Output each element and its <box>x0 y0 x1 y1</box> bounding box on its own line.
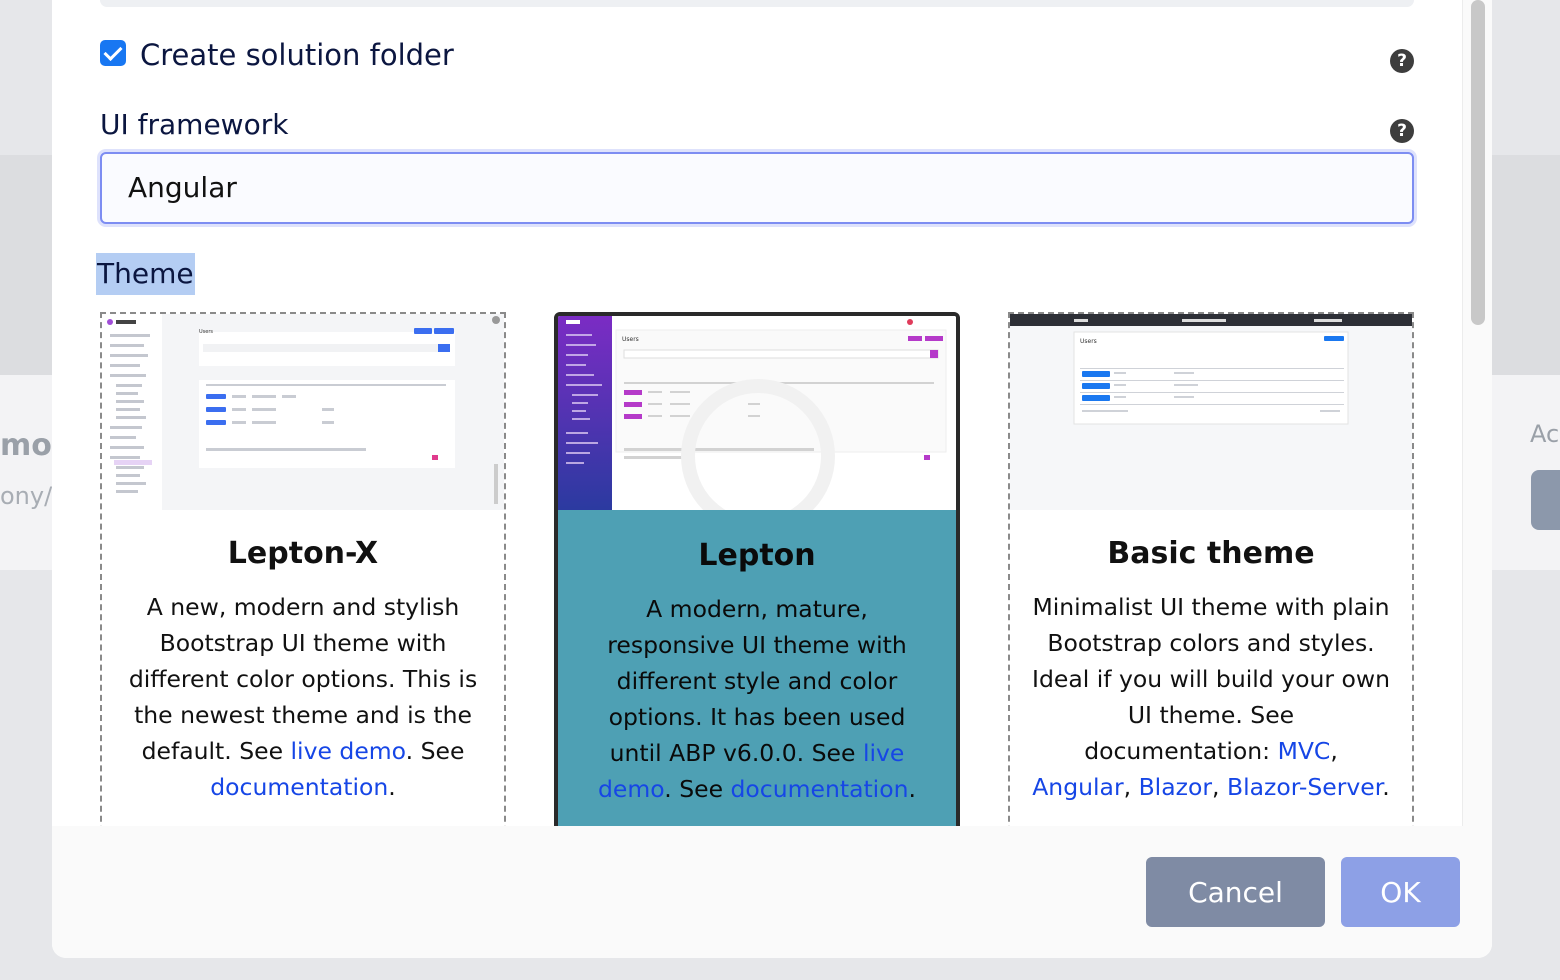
theme-name: Lepton-X <box>227 536 379 571</box>
desc-text: , <box>1123 773 1139 801</box>
basic-preview: Users <box>1010 314 1412 510</box>
theme-name: Basic theme <box>1107 536 1315 571</box>
ui-framework-select[interactable]: Angular <box>100 152 1414 224</box>
background-button <box>1531 470 1560 530</box>
preview-title: Users <box>622 336 639 343</box>
lepton-preview: Users <box>558 316 956 512</box>
documentation-link[interactable]: documentation <box>210 773 388 801</box>
ui-framework-label: UI framework <box>100 108 289 141</box>
ok-button[interactable]: OK <box>1341 857 1460 927</box>
preview-title: Users <box>1080 338 1097 345</box>
background-title: mo <box>0 428 52 463</box>
desc-text: . <box>1382 773 1390 801</box>
desc-text: . See <box>664 775 731 803</box>
desc-text: , <box>1212 773 1227 801</box>
live-demo-link[interactable]: live demo <box>291 737 406 765</box>
theme-name: Lepton <box>698 538 816 573</box>
cancel-button[interactable]: Cancel <box>1146 857 1325 927</box>
help-icon[interactable]: ? <box>1390 119 1414 143</box>
theme-preview-image: Users <box>558 316 956 512</box>
documentation-link[interactable]: documentation <box>731 775 909 803</box>
previous-field[interactable] <box>100 0 1414 7</box>
create-solution-folder-label[interactable]: Create solution folder <box>140 38 454 72</box>
theme-description: A modern, mature, responsive UI theme wi… <box>580 591 934 807</box>
mvc-doc-link[interactable]: MVC <box>1278 737 1331 765</box>
lepton-x-preview: Users <box>102 314 504 510</box>
help-icon[interactable]: ? <box>1390 49 1414 73</box>
preview-title: Users <box>199 329 213 335</box>
theme-card-lepton-x[interactable]: Users Lepton-X A new, modern and stylish… <box>100 312 506 852</box>
desc-text: , <box>1330 737 1338 765</box>
desc-text: . <box>908 775 916 803</box>
theme-preview-image: Users <box>102 314 504 510</box>
desc-text: A modern, mature, responsive UI theme wi… <box>607 595 907 767</box>
theme-preview-image: Users <box>1010 314 1412 510</box>
angular-doc-link[interactable]: Angular <box>1032 773 1123 801</box>
desc-text: . <box>388 773 396 801</box>
theme-description: A new, modern and stylish Bootstrap UI t… <box>124 589 482 805</box>
desc-text: . See <box>405 737 465 765</box>
theme-description: Minimalist UI theme with plain Bootstrap… <box>1032 589 1390 805</box>
create-solution-folder-checkbox[interactable] <box>100 40 126 66</box>
theme-label: Theme <box>96 253 195 295</box>
blazor-doc-link[interactable]: Blazor <box>1139 773 1212 801</box>
theme-card-lepton[interactable]: Users Lepton A modern, mature, responsiv… <box>554 312 960 852</box>
scrollbar-thumb[interactable] <box>1471 0 1485 325</box>
background-right-text: Ac <box>1530 420 1560 448</box>
blazor-server-doc-link[interactable]: Blazor-Server <box>1227 773 1382 801</box>
theme-card-basic[interactable]: Users Basic theme Minimalist UI theme wi… <box>1008 312 1414 852</box>
